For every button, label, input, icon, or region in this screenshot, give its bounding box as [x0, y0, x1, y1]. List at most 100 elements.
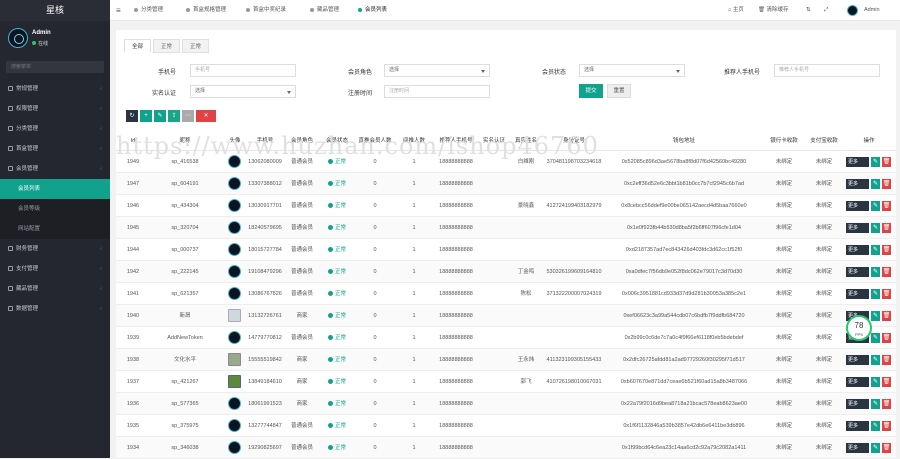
delete-icon[interactable]: 🗑: [882, 289, 891, 299]
edit-icon[interactable]: ✎: [871, 267, 880, 277]
table-row[interactable]: 1946 sp_434304 13030917701 普通会员 正常 0 1 18888888…: [116, 195, 896, 217]
settings-icon[interactable]: ⇅: [806, 0, 811, 21]
edit-icon[interactable]: ✎: [871, 245, 880, 255]
table-row[interactable]: 1937 sp_421267 13849184610 商家 正常 0 1 1888888888…: [116, 371, 896, 393]
table-row[interactable]: 1940 新昂 13132726761 商家 正常 0 1 18888888888 0xef06…: [116, 305, 896, 327]
sidebar-item[interactable]: 支付管理 ‹: [0, 259, 110, 279]
more-button[interactable]: 更多: [846, 179, 869, 189]
table-row[interactable]: 1945 sp_320704 18240579695 普通会员 正常 0 1 18888888…: [116, 217, 896, 239]
tab-box-win[interactable]: 首盒中奖纪录: [246, 0, 286, 21]
delete-icon[interactable]: 🗑: [882, 377, 891, 387]
sidebar-item[interactable]: 分类管理 ‹: [0, 119, 110, 139]
sidebar-item[interactable]: 数据管理 ‹: [0, 299, 110, 319]
delete-icon[interactable]: 🗑: [882, 179, 891, 189]
tab-category[interactable]: 分类管理: [134, 0, 163, 21]
table-row[interactable]: 1935 sp_375975 13277744847 普通会员 正常 0 1 18888888…: [116, 415, 896, 437]
edit-icon[interactable]: ✎: [871, 355, 880, 365]
avatar[interactable]: [847, 5, 858, 16]
delete-icon[interactable]: 🗑: [882, 333, 891, 343]
more-button[interactable]: 更多: [846, 289, 869, 299]
delete-icon[interactable]: 🗑: [882, 443, 891, 453]
edit-icon[interactable]: ✎: [871, 377, 880, 387]
edit-icon[interactable]: ✎: [871, 421, 880, 431]
role-select[interactable]: 选择: [384, 64, 490, 77]
delete-icon[interactable]: 🗑: [882, 355, 891, 365]
delete-icon[interactable]: 🗑: [882, 311, 891, 321]
more-button[interactable]: 更多: [846, 245, 869, 255]
phone-input[interactable]: 手机号: [190, 64, 296, 77]
clear-cache-button[interactable]: 🗑 清除缓存: [758, 0, 789, 21]
add-icon[interactable]: +: [140, 110, 152, 122]
edit-icon[interactable]: ✎: [871, 201, 880, 211]
admin-name[interactable]: Admin: [864, 0, 880, 21]
regtime-input[interactable]: 注册时间: [384, 85, 490, 98]
menu-toggle-icon[interactable]: ≡: [116, 0, 121, 21]
tab-box-spec[interactable]: 首盒规格管理: [186, 0, 226, 21]
table-row[interactable]: 1938 文化水平 15555519842 商家 正常 0 1 18888888888 王永炜 4…: [116, 349, 896, 371]
delete-icon[interactable]: 🗑: [882, 157, 891, 167]
more-button[interactable]: 更多: [846, 443, 869, 453]
sidebar-item[interactable]: 会员管理 ‹: [0, 159, 110, 179]
tab-hidden[interactable]: 正常: [182, 39, 210, 53]
table-row[interactable]: 1947 sp_604191 13307388012 普通会员 正常 0 1 18888888…: [116, 173, 896, 195]
sidebar-subitem[interactable]: 会员等级: [0, 199, 110, 219]
more-button[interactable]: 更多: [846, 399, 869, 409]
sidebar-search-input[interactable]: 搜索菜单: [6, 61, 104, 73]
more-button[interactable]: 更多: [846, 421, 869, 431]
sidebar-item[interactable]: 首盒管理 ‹: [0, 139, 110, 159]
more-button[interactable]: 更多: [846, 377, 869, 387]
tab-all[interactable]: 全部: [124, 39, 152, 53]
avatar[interactable]: [8, 28, 28, 48]
sidebar-item[interactable]: 权限管理 ‹: [0, 99, 110, 119]
sidebar-item[interactable]: 藏品管理 ‹: [0, 279, 110, 299]
edit-icon[interactable]: ✎: [871, 179, 880, 189]
sidebar-item[interactable]: 财务管理 ‹: [0, 239, 110, 259]
status-select[interactable]: 选择: [579, 64, 685, 77]
edit-icon[interactable]: ✎: [871, 157, 880, 167]
tab-member-list[interactable]: 会员列表: [358, 0, 387, 21]
sidebar-subitem[interactable]: 网站配置: [0, 219, 110, 239]
edit-icon[interactable]: ✎: [154, 110, 166, 122]
realname-select[interactable]: 选择: [190, 85, 296, 98]
tab-collection[interactable]: 藏品管理: [310, 0, 339, 21]
more-button[interactable]: 更多: [846, 355, 869, 365]
table-row[interactable]: 1936 sp_577365 18061991523 商家 正常 0 1 1888888888…: [116, 393, 896, 415]
ref-phone-input[interactable]: 推荐人手机号: [774, 64, 880, 77]
more-button[interactable]: 更多: [846, 201, 869, 211]
refresh-icon[interactable]: ↻: [126, 110, 138, 122]
delete-icon[interactable]: ✕: [196, 110, 216, 122]
export-icon[interactable]: ⇪: [168, 110, 180, 122]
cell-idno: [544, 305, 604, 327]
tab-normal[interactable]: 正常: [153, 39, 181, 53]
avatar: [228, 199, 241, 212]
cell-indirect: 1: [412, 335, 416, 341]
more-button[interactable]: 更多: [846, 157, 869, 167]
table-row[interactable]: 1944 sp_000737 18015727784 普通会员 正常 0 1 18888888…: [116, 239, 896, 261]
more-button[interactable]: 更多: [846, 267, 869, 277]
sidebar-item[interactable]: 常规管理 ‹: [0, 79, 110, 99]
edit-icon[interactable]: ✎: [871, 289, 880, 299]
delete-icon[interactable]: 🗑: [882, 267, 891, 277]
home-link[interactable]: ⌂ 主页: [728, 0, 744, 21]
delete-icon[interactable]: 🗑: [882, 201, 891, 211]
edit-icon[interactable]: ✎: [871, 223, 880, 233]
table-row[interactable]: 1942 sp_222145 19108479296 普通会员 正常 0 1 18888888…: [116, 261, 896, 283]
more-icon[interactable]: ⋯: [182, 110, 194, 122]
edit-icon[interactable]: ✎: [871, 399, 880, 409]
delete-icon[interactable]: 🗑: [882, 223, 891, 233]
reset-button[interactable]: 重置: [607, 84, 631, 98]
submit-button[interactable]: 提交: [579, 84, 603, 98]
cell-status: 正常: [320, 261, 354, 283]
table-row[interactable]: 1941 sp_621357 13086767826 普通会员 正常 0 1 18888888…: [116, 283, 896, 305]
fullscreen-icon[interactable]: ⤢: [824, 0, 828, 21]
edit-icon[interactable]: ✎: [871, 333, 880, 343]
delete-icon[interactable]: 🗑: [882, 421, 891, 431]
more-button[interactable]: 更多: [846, 223, 869, 233]
delete-icon[interactable]: 🗑: [882, 245, 891, 255]
table-row[interactable]: 1939 AddNewToken 14779770812 普通会员 正常 0 1 188888…: [116, 327, 896, 349]
edit-icon[interactable]: ✎: [871, 443, 880, 453]
edit-icon[interactable]: ✎: [871, 311, 880, 321]
table-row[interactable]: 1934 sp_346038 19290825697 普通会员 正常 0 1 18888888…: [116, 437, 896, 459]
sidebar-subitem[interactable]: 会员列表: [0, 179, 110, 199]
delete-icon[interactable]: 🗑: [882, 399, 891, 409]
